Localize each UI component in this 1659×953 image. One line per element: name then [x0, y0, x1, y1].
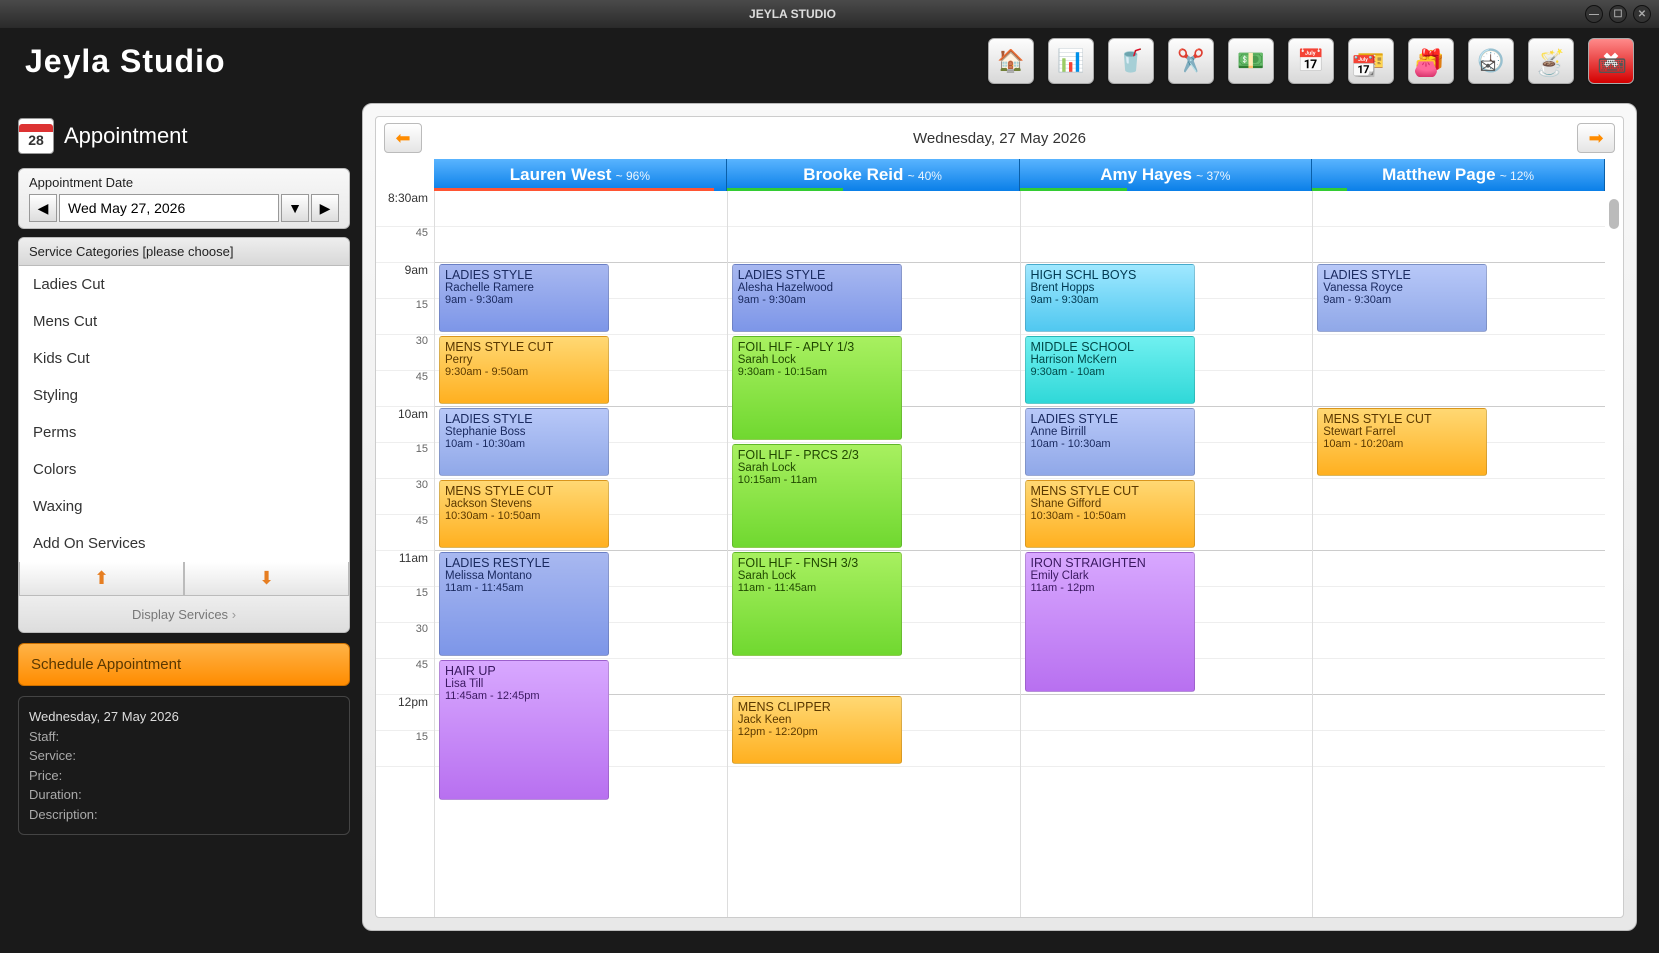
info-field: Service:: [29, 746, 339, 766]
staff-header-row: Lauren West ~ 96%Brooke Reid ~ 40%Amy Ha…: [434, 159, 1605, 191]
section-title: Appointment: [64, 123, 188, 149]
appointment-event[interactable]: MENS STYLE CUTPerry9:30am - 9:50am: [439, 336, 609, 404]
day-column[interactable]: LADIES STYLEVanessa Royce9am - 9:30am MEN…: [1312, 191, 1605, 917]
service-item[interactable]: Mens Cut: [19, 303, 349, 340]
service-item[interactable]: Perms: [19, 414, 349, 451]
info-date: Wednesday, 27 May 2026: [29, 707, 339, 727]
window-title: JEYLA STUDIO: [0, 7, 1585, 21]
time-column: 8:30am459am15304510am15304511am15304512p…: [376, 191, 434, 917]
service-item[interactable]: Add On Services: [19, 525, 349, 562]
info-field: Description:: [29, 805, 339, 825]
time-label: 30: [376, 335, 434, 371]
maximize-button[interactable]: ☐: [1609, 5, 1627, 23]
appointment-event[interactable]: IRON STRAIGHTENEmily Clark11am - 12pm: [1025, 552, 1195, 692]
appointment-event[interactable]: MENS CLIPPERJack Keen12pm - 12:20pm: [732, 696, 902, 764]
app-logo: Jeyla Studio: [25, 43, 226, 80]
keyboard-icon[interactable]: ⌨: [1598, 52, 1626, 80]
appointment-event[interactable]: LADIES RESTYLEMelissa Montano11am - 11:4…: [439, 552, 609, 656]
appointment-event[interactable]: LADIES STYLEAlesha Hazelwood9am - 9:30am: [732, 264, 902, 332]
appointment-event[interactable]: HIGH SCHL BOYSBrent Hopps9am - 9:30am: [1025, 264, 1195, 332]
service-up-button[interactable]: ⬆: [19, 562, 184, 596]
time-label: 12pm: [376, 695, 434, 731]
time-label: 45: [376, 515, 434, 551]
calendar-main: 📆 👛 ✉ ☕ ⌨ ⬅ Wednesday, 27 May 2026 ➡ Lau…: [362, 103, 1637, 931]
day-column[interactable]: HIGH SCHL BOYSBrent Hopps9am - 9:30amMID…: [1020, 191, 1313, 917]
time-label: 30: [376, 623, 434, 659]
appointment-event[interactable]: LADIES STYLEAnne Birrill10am - 10:30am: [1025, 408, 1195, 476]
date-panel: Appointment Date ◀ ▼ ▶: [18, 168, 350, 229]
time-label: 11am: [376, 551, 434, 587]
cal-prev-button[interactable]: ⬅: [384, 123, 422, 153]
time-label: 15: [376, 443, 434, 479]
day-columns: LADIES STYLERachelle Ramere9am - 9:30amM…: [434, 191, 1605, 917]
date-prev-button[interactable]: ◀: [29, 194, 57, 222]
home-icon[interactable]: 🏠: [988, 38, 1034, 84]
appointment-event[interactable]: LADIES STYLERachelle Ramere9am - 9:30am: [439, 264, 609, 332]
service-header: Service Categories [please choose]: [19, 238, 349, 266]
time-label: 15: [376, 299, 434, 335]
appointment-event[interactable]: LADIES STYLEStephanie Boss10am - 10:30am: [439, 408, 609, 476]
appointment-event[interactable]: MENS STYLE CUTJackson Stevens10:30am - 1…: [439, 480, 609, 548]
info-field: Staff:: [29, 727, 339, 747]
scissors-icon[interactable]: ✂️: [1168, 38, 1214, 84]
display-services-button[interactable]: Display Services ›: [19, 596, 349, 632]
date-next-button[interactable]: ▶: [311, 194, 339, 222]
schedule-appointment-button[interactable]: Schedule Appointment: [18, 643, 350, 686]
cal-title: Wednesday, 27 May 2026: [422, 130, 1577, 147]
time-label: 45: [376, 227, 434, 263]
close-button[interactable]: ✕: [1633, 5, 1651, 23]
service-item[interactable]: Waxing: [19, 488, 349, 525]
calendar-add-icon[interactable]: 📆: [1350, 52, 1378, 80]
report-icon[interactable]: 📊: [1048, 38, 1094, 84]
wallet-icon[interactable]: 👛: [1412, 52, 1440, 80]
appointment-event[interactable]: LADIES STYLEVanessa Royce9am - 9:30am: [1317, 264, 1487, 332]
appointment-event[interactable]: FOIL HLF - PRCS 2/3Sarah Lock10:15am - 1…: [732, 444, 902, 548]
info-field: Price:: [29, 766, 339, 786]
mail-icon[interactable]: ✉: [1474, 52, 1502, 80]
time-label: 30: [376, 479, 434, 515]
appointment-icon: 28: [18, 118, 54, 154]
service-list[interactable]: Ladies CutMens CutKids CutStylingPermsCo…: [19, 266, 349, 562]
time-label: 10am: [376, 407, 434, 443]
service-categories-panel: Service Categories [please choose] Ladie…: [18, 237, 350, 633]
staff-column-header[interactable]: Amy Hayes ~ 37%: [1020, 159, 1313, 191]
info-panel: Wednesday, 27 May 2026 Staff:Service:Pri…: [18, 696, 350, 835]
appointment-event[interactable]: MIDDLE SCHOOLHarrison McKern9:30am - 10a…: [1025, 336, 1195, 404]
service-down-button[interactable]: ⬇: [184, 562, 349, 596]
day-column[interactable]: LADIES STYLERachelle Ramere9am - 9:30amM…: [434, 191, 727, 917]
service-item[interactable]: Kids Cut: [19, 340, 349, 377]
appointment-event[interactable]: MENS STYLE CUTShane Gifford10:30am - 10:…: [1025, 480, 1195, 548]
time-label: 45: [376, 371, 434, 407]
service-item[interactable]: Ladies Cut: [19, 266, 349, 303]
coffee-icon[interactable]: ☕: [1536, 52, 1564, 80]
time-label: 45: [376, 659, 434, 695]
service-item[interactable]: Styling: [19, 377, 349, 414]
scrollbar-thumb[interactable]: [1609, 199, 1619, 229]
window-titlebar: JEYLA STUDIO — ☐ ✕: [0, 0, 1659, 28]
staff-column-header[interactable]: Lauren West ~ 96%: [434, 159, 727, 191]
date-label: Appointment Date: [29, 175, 339, 190]
minimize-button[interactable]: —: [1585, 5, 1603, 23]
appointment-event[interactable]: FOIL HLF - APLY 1/3Sarah Lock9:30am - 10…: [732, 336, 902, 440]
staff-column-header[interactable]: Brooke Reid ~ 40%: [727, 159, 1020, 191]
appointment-event[interactable]: MENS STYLE CUTStewart Farrel10am - 10:20…: [1317, 408, 1487, 476]
appointment-event[interactable]: FOIL HLF - FNSH 3/3Sarah Lock11am - 11:4…: [732, 552, 902, 656]
drink-icon[interactable]: 🥤: [1108, 38, 1154, 84]
date-input[interactable]: [59, 194, 279, 222]
staff-column-header[interactable]: Matthew Page ~ 12%: [1312, 159, 1605, 191]
date-dropdown-button[interactable]: ▼: [281, 194, 309, 222]
time-label: 8:30am: [376, 191, 434, 227]
calendar-icon[interactable]: 📅: [1288, 38, 1334, 84]
time-label: 15: [376, 731, 434, 767]
time-label: 9am: [376, 263, 434, 299]
appointment-event[interactable]: HAIR UPLisa Till11:45am - 12:45pm: [439, 660, 609, 800]
service-item[interactable]: Colors: [19, 451, 349, 488]
info-field: Duration:: [29, 785, 339, 805]
cal-next-button[interactable]: ➡: [1577, 123, 1615, 153]
time-label: 15: [376, 587, 434, 623]
day-column[interactable]: LADIES STYLEAlesha Hazelwood9am - 9:30am…: [727, 191, 1020, 917]
money-icon[interactable]: 💵: [1228, 38, 1274, 84]
